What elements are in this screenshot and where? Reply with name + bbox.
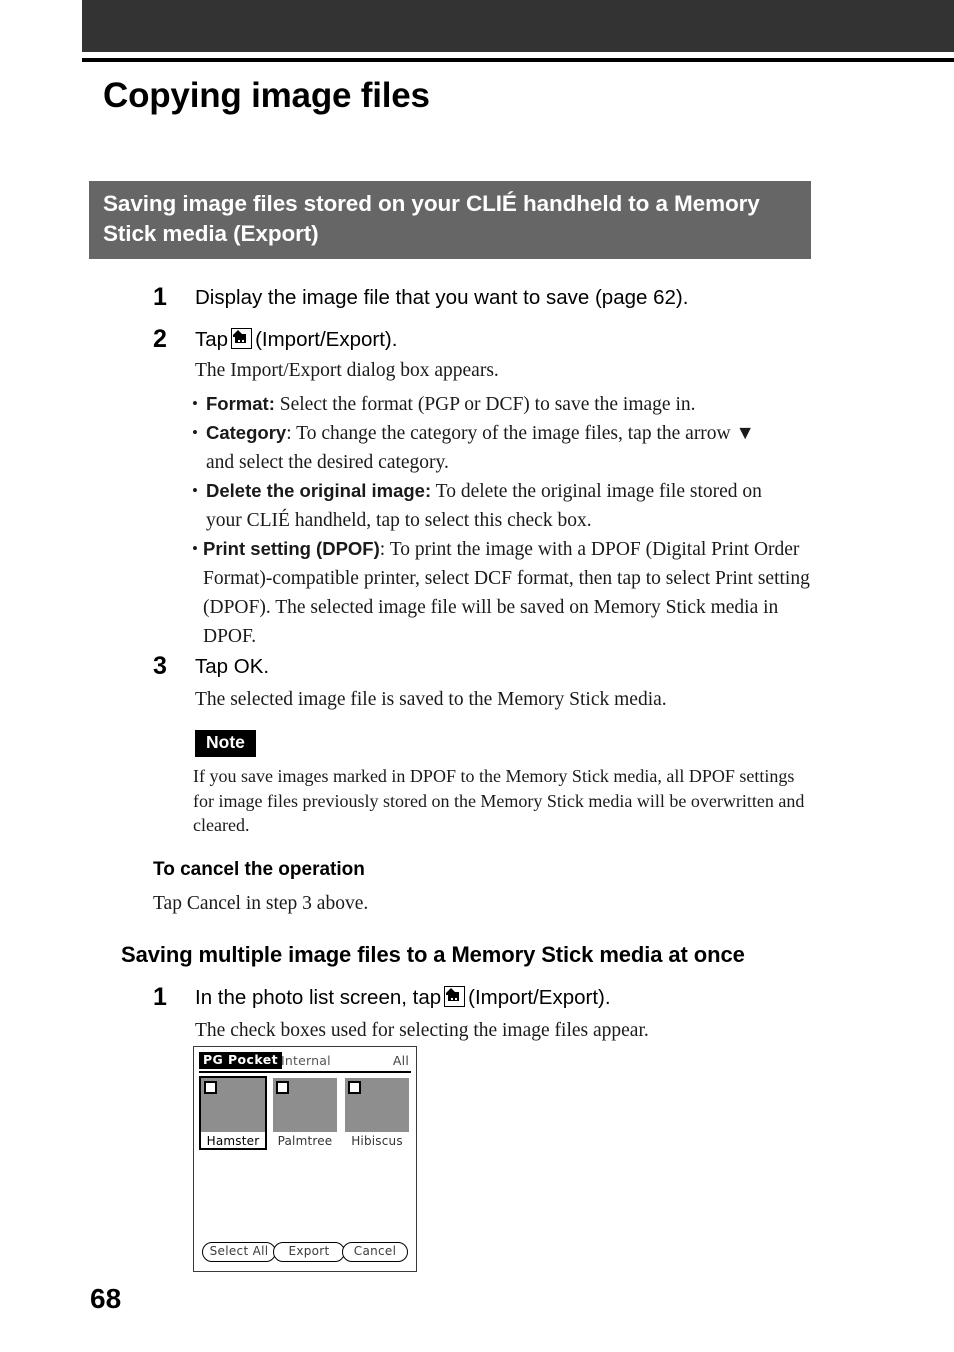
bullet-delete-label: Delete the original image: (206, 480, 432, 501)
bullet-print-label: Print setting (DPOF) (203, 538, 380, 559)
bullet-category-text: : To change the category of the image fi… (206, 423, 755, 473)
pda-thumbnail-item[interactable]: Hamster (199, 1076, 267, 1150)
bullet-dot-icon: • (192, 423, 198, 442)
section-band: Saving image files stored on your CLIÉ h… (89, 181, 811, 259)
step-2-subtext: The Import/Export dialog box appears. (195, 360, 499, 381)
bullet-dot-icon: • (192, 394, 198, 413)
thumbnail-caption: Palmtree (277, 1134, 333, 1148)
pda-screenshot: PG Pocket Internal All Hamster Palmtree (193, 1046, 417, 1272)
thumbnail-checkbox[interactable] (276, 1081, 289, 1094)
bullet-dot-icon: • (192, 481, 198, 500)
thumbnail-checkbox[interactable] (348, 1081, 361, 1094)
header-black-bar (82, 0, 954, 52)
step-1-text: Display the image file that you want to … (195, 286, 689, 309)
pda-thumbnail-grid: Hamster Palmtree Hibiscus (199, 1076, 413, 1168)
page-number: 68 (90, 1283, 122, 1314)
step-2-number: 2 (153, 325, 167, 353)
pda-thumbnail-item[interactable]: Hibiscus (345, 1078, 409, 1148)
select-all-button[interactable]: Select All (202, 1242, 276, 1262)
multi-step-1-text: In the photo list screen, tap (Import/Exp… (195, 986, 611, 1010)
step-1-number: 1 (153, 283, 167, 311)
thumbnail-checkbox[interactable] (204, 1081, 217, 1094)
pda-button-bar: Select All Export Cancel (202, 1242, 408, 1264)
step-2-text: Tap (Import/Export). (195, 328, 397, 352)
cancel-button[interactable]: Cancel (342, 1242, 408, 1262)
export-button[interactable]: Export (273, 1242, 345, 1262)
cancel-section-body: Tap Cancel in step 3 above. (153, 893, 369, 914)
page-title: Copying image files (103, 76, 430, 115)
step-3-text: Tap OK. (195, 655, 270, 678)
thumbnail-image-hamster[interactable] (201, 1078, 265, 1132)
bullet-category: • Category: To change the category of th… (192, 418, 767, 477)
multi-step-suffix: (Import/Export). (468, 986, 611, 1009)
multi-step-subtext: The check boxes used for selecting the i… (195, 1020, 649, 1041)
thumbnail-image-hibiscus[interactable] (345, 1078, 409, 1132)
thumbnail-image-palmtree[interactable] (273, 1078, 337, 1132)
pda-app-name: PG Pocket (199, 1052, 282, 1069)
multi-section-heading: Saving multiple image files to a Memory … (121, 942, 745, 967)
bullet-format-label: Format: (206, 393, 275, 414)
pda-thumbnail-item[interactable]: Palmtree (273, 1078, 337, 1148)
bullet-format: • Format: Select the format (PGP or DCF)… (192, 389, 812, 419)
cancel-section-heading: To cancel the operation (153, 859, 365, 880)
multi-step-prefix: In the photo list screen, tap (195, 986, 442, 1009)
thumbnail-caption: Hibiscus (351, 1134, 403, 1148)
note-badge: Note (195, 730, 256, 757)
manual-page: Copying image files Saving image files s… (0, 0, 954, 1352)
import-export-icon (444, 986, 466, 1007)
bullet-delete-original: • Delete the original image: To delete t… (192, 476, 782, 535)
section-band-title: Saving image files stored on your CLIÉ h… (103, 191, 760, 246)
thumbnail-caption: Hamster (206, 1134, 260, 1148)
step-2-prefix: Tap (195, 328, 229, 351)
step-3-subtext: The selected image file is saved to the … (195, 689, 667, 710)
header-rule (82, 58, 954, 62)
note-body: If you save images marked in DPOF to the… (193, 766, 805, 835)
import-export-icon (231, 328, 253, 349)
pda-title-bar: PG Pocket Internal All (199, 1052, 411, 1073)
pda-category-label[interactable]: All (393, 1053, 409, 1068)
multi-step-1-number: 1 (153, 983, 167, 1011)
step-3-number: 3 (153, 652, 167, 680)
bullet-category-label: Category (206, 422, 287, 443)
bullet-dot-icon: • (192, 539, 198, 558)
step-2-suffix: (Import/Export). (255, 328, 398, 351)
pda-source-label: Internal (281, 1053, 331, 1068)
bullet-format-text: Select the format (PGP or DCF) to save t… (274, 394, 696, 415)
bullet-print-setting: • Print setting (DPOF): To print the ima… (192, 534, 812, 651)
